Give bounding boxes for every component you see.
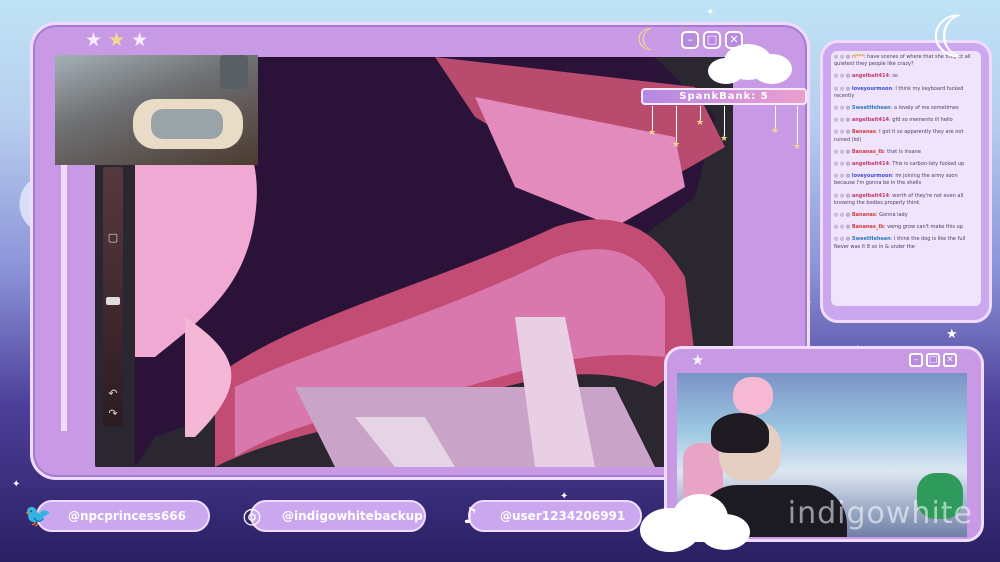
cloud-decoration bbox=[752, 54, 792, 84]
pet-bed bbox=[133, 99, 243, 149]
chat-message: ◎ ◎ ◍ Bananas_Ib: vemg grow can't make t… bbox=[834, 224, 963, 231]
social-handle: @npcprincess666 bbox=[68, 509, 186, 523]
social-handle: @indigowhitebackup bbox=[282, 509, 423, 523]
hanging-string bbox=[676, 106, 677, 142]
sparkle-icon: ★ bbox=[946, 327, 958, 342]
chat-message: ◎ ◎ ◍ angelbait414: This is carbon-laty … bbox=[834, 161, 965, 168]
star-icon: ★ bbox=[131, 29, 155, 51]
main-titlebar: ★★★ ☾ – □ ✕ bbox=[33, 23, 807, 58]
minimize-button[interactable]: – bbox=[681, 31, 699, 49]
webcam-titlebar: ★ – □ ✕ bbox=[667, 349, 981, 371]
crescent-moon-icon: ☾ bbox=[930, 3, 982, 71]
cloud-decoration bbox=[700, 514, 750, 550]
hanging-star-icon: ★ bbox=[771, 126, 780, 136]
streamer-hair bbox=[711, 413, 769, 453]
hanging-string bbox=[652, 106, 653, 130]
chat-message: ◎ ◎ ◍ Bananas: I got it so apparently th… bbox=[834, 129, 964, 143]
social-tiktok[interactable]: ♪ @user1234206991 bbox=[463, 500, 642, 532]
hanging-star-icon: ★ bbox=[648, 128, 657, 138]
chat-message: ◎ ◎ ◍ Bananas: Gonna lady bbox=[834, 212, 908, 219]
hanging-string bbox=[775, 106, 776, 128]
undo-icon[interactable]: ↶ bbox=[105, 387, 121, 400]
chat-message: ◎ ◎ ◍ loveyourmoon: im joining the army … bbox=[834, 173, 958, 187]
twitter-icon: 🐦 bbox=[24, 504, 52, 529]
social-twitter[interactable]: 🐦 @npcprincess666 bbox=[24, 500, 210, 532]
sparkle-icon: ✦ bbox=[12, 479, 21, 490]
redo-icon[interactable]: ↷ bbox=[105, 407, 121, 420]
chat-message: ◎ ◎ ◍ SweetHeheen: I think the dog is li… bbox=[834, 236, 966, 250]
chat-message: ◎ ◎ ◍ angelbait414: worth of they're not… bbox=[834, 192, 964, 206]
chat-log[interactable]: ◎ ◎ ◍ ri***: have scenes of where that s… bbox=[831, 51, 981, 306]
tool-strip: ▢ ↶ ↷ bbox=[103, 167, 123, 427]
crescent-moon-icon: ☾ bbox=[636, 23, 663, 58]
streamer-watermark: indigowhite bbox=[787, 496, 973, 531]
star-icon: ★ bbox=[691, 351, 705, 369]
chat-window: ◎ ◎ ◍ ri***: have scenes of where that s… bbox=[820, 40, 992, 323]
chat-message: ◎ ◎ ◍ Bananas_Ib: that is insane bbox=[834, 148, 921, 155]
square-tool-icon[interactable]: ▢ bbox=[105, 231, 121, 244]
title-stars: ★★★ bbox=[85, 29, 154, 51]
hanging-star-icon: ★ bbox=[672, 140, 681, 150]
sparkle-icon: ✦ bbox=[706, 7, 715, 18]
tiktok-icon: ♪ bbox=[462, 504, 478, 529]
minimize-button[interactable]: – bbox=[909, 353, 923, 367]
trash-can bbox=[220, 55, 248, 89]
brush-size-slider[interactable] bbox=[106, 297, 120, 305]
chat-message: ◎ ◎ ◍ loveyourmoon: I think my keyboard … bbox=[834, 85, 964, 99]
bunny-ears bbox=[733, 377, 773, 415]
hanging-string bbox=[797, 106, 798, 144]
social-instagram[interactable]: ◎ @indigowhitebackup bbox=[242, 500, 426, 532]
chat-message: ◎ ◎ ◍ angelbait414: gfd so memento ill h… bbox=[834, 117, 953, 124]
hanging-star-icon: ★ bbox=[793, 142, 802, 152]
maximize-button[interactable]: □ bbox=[926, 353, 940, 367]
chat-message: ◎ ◎ ◍ SweetHeheen: a lovely of me someti… bbox=[834, 105, 959, 112]
hanging-star-icon: ★ bbox=[720, 134, 729, 144]
social-handle: @user1234206991 bbox=[500, 509, 626, 523]
window-controls: – □ ✕ bbox=[909, 353, 957, 367]
hanging-string bbox=[724, 106, 725, 136]
star-icon: ★ bbox=[85, 29, 109, 51]
spankbank-counter: SpankBank: 5 bbox=[641, 88, 807, 105]
hanging-star-icon: ★ bbox=[696, 118, 705, 128]
maximize-button[interactable]: □ bbox=[703, 31, 721, 49]
close-button[interactable]: ✕ bbox=[943, 353, 957, 367]
cloud-decoration bbox=[708, 58, 744, 84]
instagram-icon: ◎ bbox=[242, 504, 262, 529]
star-icon: ★ bbox=[108, 29, 132, 51]
chat-message: ◎ ◎ ◍ angelbait414: so bbox=[834, 73, 898, 80]
room-camera-feed bbox=[55, 55, 258, 165]
